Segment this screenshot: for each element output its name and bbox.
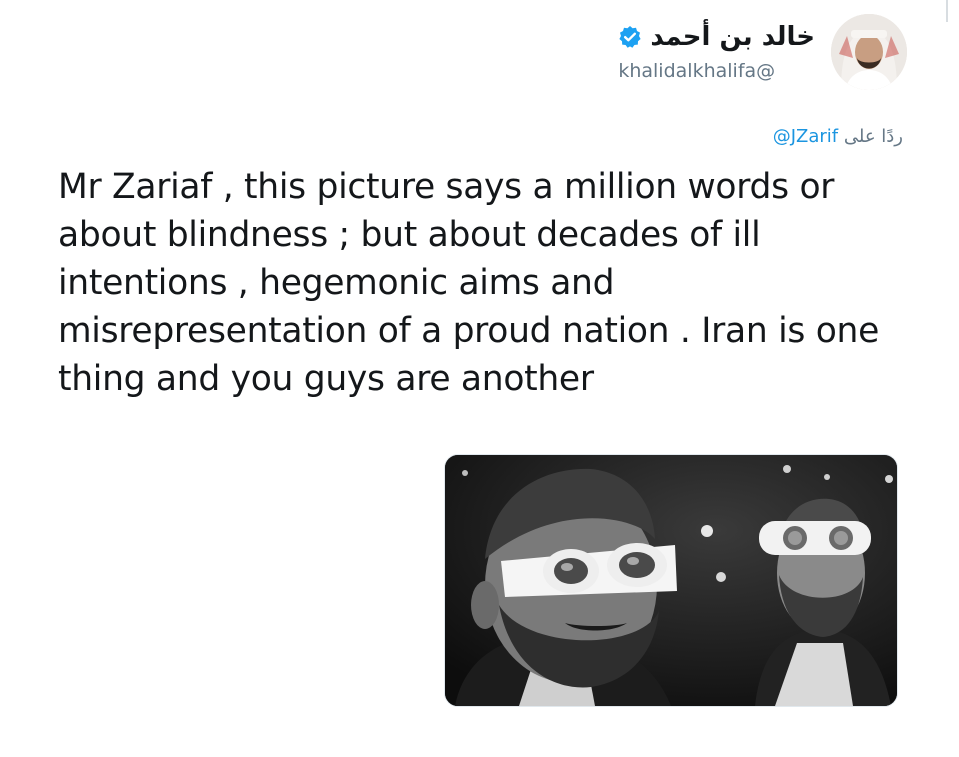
verified-badge-icon <box>618 25 642 49</box>
scroll-edge <box>946 0 948 22</box>
reply-prefix: ردًا على <box>843 126 903 147</box>
name-row: خالد بن أحمد <box>618 21 815 53</box>
reply-mention-link[interactable]: @JZarif <box>773 126 838 147</box>
tweet-header: خالد بن أحمد @khalidalkhalifa <box>618 14 907 90</box>
author-info: خالد بن أحمد @khalidalkhalifa <box>618 21 815 83</box>
tweet-text: Mr Zariaf , this picture says a million … <box>58 167 879 399</box>
tweet-photo[interactable] <box>444 454 898 707</box>
display-name[interactable]: خالد بن أحمد <box>650 21 815 53</box>
avatar[interactable] <box>831 14 907 90</box>
author-handle[interactable]: @khalidalkhalifa <box>618 59 775 83</box>
reply-context: ردًا على @JZarif <box>773 126 903 147</box>
